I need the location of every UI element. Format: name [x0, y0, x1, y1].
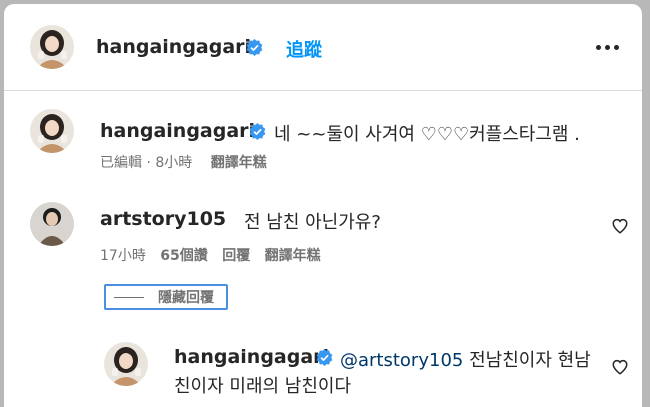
verified-badge-icon	[249, 123, 266, 140]
reply-avatar[interactable]	[104, 342, 148, 386]
post-dialog: hangaingagari 追蹤 hangaingagari 네 ~~둘이 사겨…	[4, 4, 642, 407]
comment-username[interactable]: artstory105	[100, 208, 226, 230]
verified-badge-icon	[246, 39, 263, 56]
comment-translate-button[interactable]: 翻譯年糕	[265, 248, 321, 264]
comment-time: 17小時	[100, 248, 146, 264]
comment-avatar[interactable]	[30, 202, 74, 246]
hide-replies-button[interactable]: 隱藏回覆	[104, 284, 228, 310]
verified-badge-icon	[316, 349, 333, 366]
reply-username[interactable]: hangaingagari	[174, 346, 329, 368]
meta-separator: ·	[146, 155, 151, 171]
caption-text: 네 ~~둘이 사겨여 ♡♡♡커플스타그램 .	[274, 124, 580, 145]
comment-reply-button[interactable]: 回覆	[222, 248, 250, 264]
caption-username[interactable]: hangaingagari	[100, 120, 255, 142]
caption-time: 8小時	[155, 155, 193, 171]
comment-like-heart-icon[interactable]	[611, 217, 629, 235]
comment-text: 전 남친 아닌가유?	[244, 212, 381, 233]
author-avatar[interactable]	[30, 25, 74, 69]
caption-avatar[interactable]	[30, 109, 74, 153]
caption-translate-button[interactable]: 翻譯年糕	[211, 155, 267, 171]
header-username[interactable]: hangaingagari	[96, 36, 251, 58]
hide-replies-line	[114, 296, 144, 298]
reply-text-part: 전남친이자 현남	[463, 350, 591, 371]
reply-mention-link[interactable]: @artstory105	[340, 350, 463, 371]
comment-meta: 17小時 65個讚 回覆 翻譯年糕	[100, 245, 321, 265]
edited-label: 已編輯	[100, 155, 142, 171]
comment-likes-count[interactable]: 65個讚	[160, 248, 207, 264]
reply-text-line2: 친이자 미래의 남친이다	[174, 376, 352, 397]
caption-meta: 已編輯 · 8小時 翻譯年糕	[100, 152, 267, 172]
more-options-icon[interactable]	[596, 45, 619, 50]
reply-like-heart-icon[interactable]	[611, 358, 629, 376]
reply-text-line1: @artstory105 전남친이자 현남	[340, 346, 591, 372]
follow-button[interactable]: 追蹤	[286, 36, 322, 62]
hide-replies-label: 隱藏回覆	[158, 290, 214, 306]
post-header: hangaingagari 追蹤	[4, 4, 642, 91]
